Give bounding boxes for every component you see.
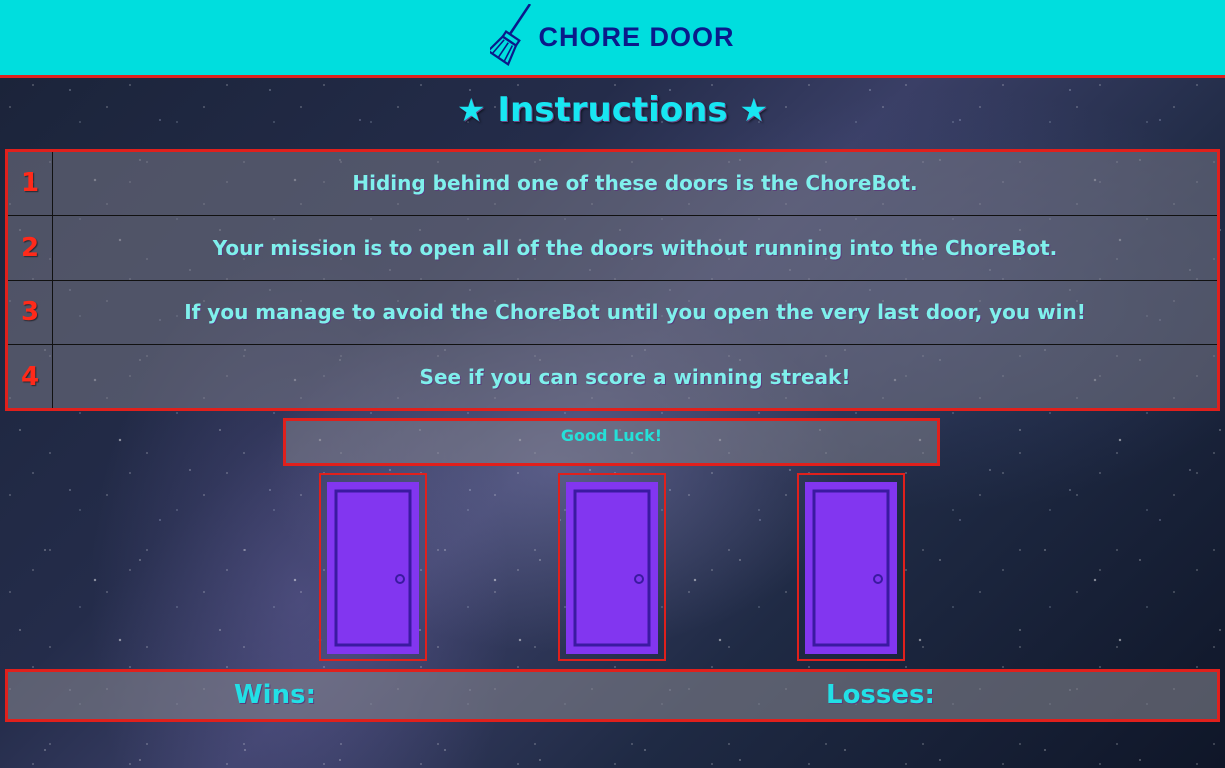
instruction-row: 2 Your mission is to open all of the doo… xyxy=(6,214,1219,281)
instructions-heading: ★ Instructions ★ xyxy=(0,90,1225,130)
step-number: 3 xyxy=(6,279,53,346)
status-message-box: Good Luck! xyxy=(283,418,940,466)
door-3[interactable] xyxy=(797,473,905,661)
losses-label: Losses: xyxy=(826,680,935,710)
step-text: Your mission is to open all of the doors… xyxy=(52,214,1219,281)
instructions-table: 1 Hiding behind one of these doors is th… xyxy=(5,149,1220,411)
door-icon xyxy=(327,482,419,654)
step-text: Hiding behind one of these doors is the … xyxy=(52,150,1219,216)
step-text: See if you can score a winning streak! xyxy=(52,344,1219,410)
step-number: 1 xyxy=(6,150,53,216)
star-icon: ★ xyxy=(739,91,769,129)
star-icon: ★ xyxy=(456,91,486,129)
door-1[interactable] xyxy=(319,473,427,661)
door-icon xyxy=(805,482,897,654)
wins-label: Wins: xyxy=(234,680,316,710)
app-header: CHORE DOOR xyxy=(0,0,1225,78)
brand: CHORE DOOR xyxy=(490,3,735,68)
broom-icon xyxy=(490,3,532,66)
scoreboard: Wins: Losses: xyxy=(5,669,1220,722)
instruction-row: 3 If you manage to avoid the ChoreBot un… xyxy=(6,279,1219,346)
status-message: Good Luck! xyxy=(560,426,663,445)
step-text: If you manage to avoid the ChoreBot unti… xyxy=(52,279,1219,346)
instructions-title: Instructions xyxy=(497,90,728,130)
instruction-row: 1 Hiding behind one of these doors is th… xyxy=(6,150,1219,216)
app-title: CHORE DOOR xyxy=(538,22,735,52)
instruction-row: 4 See if you can score a winning streak! xyxy=(6,344,1219,410)
door-2[interactable] xyxy=(558,473,666,661)
door-icon xyxy=(566,482,658,654)
step-number: 2 xyxy=(6,214,53,281)
step-number: 4 xyxy=(6,344,53,410)
